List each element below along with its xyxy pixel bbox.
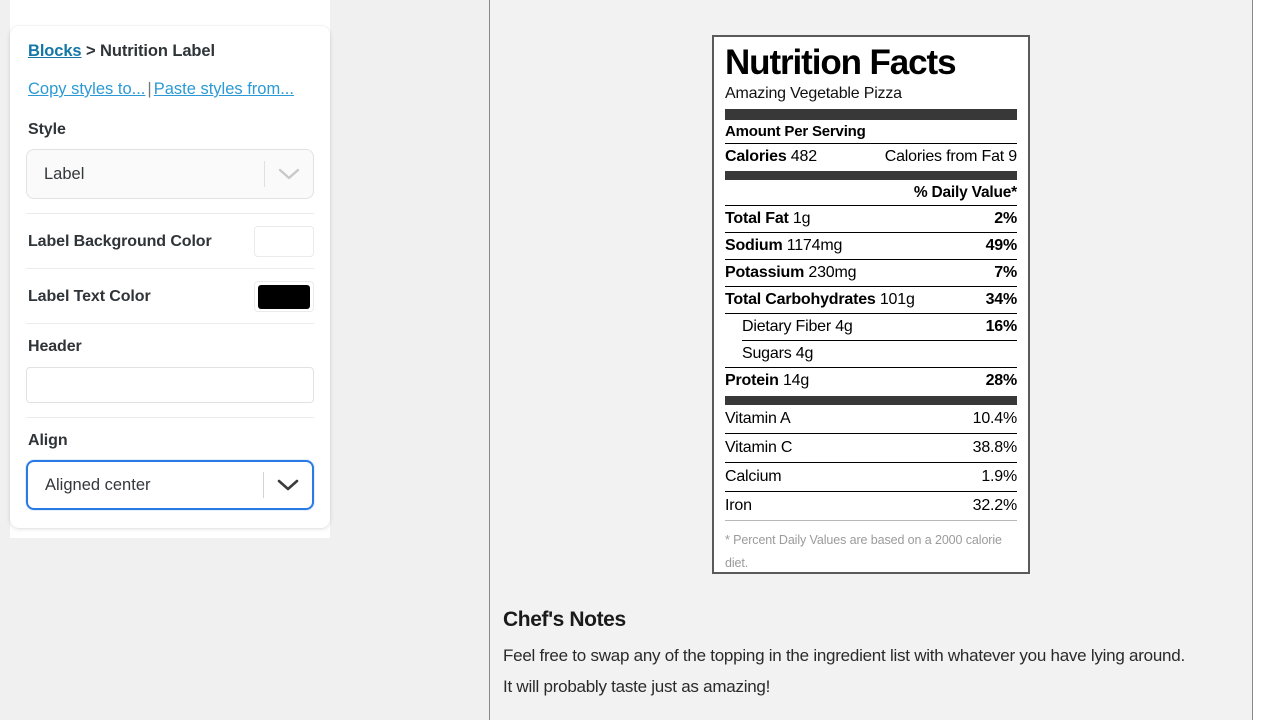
header-field-label: Header	[28, 338, 82, 355]
vitamin-row: Vitamin A 10.4%	[725, 405, 1017, 433]
style-actions-row: Copy styles to... | Paste styles from...	[26, 80, 314, 99]
settings-sidebar: Blocks > Nutrition Label Copy styles to.…	[0, 0, 359, 720]
chef-notes-title: Chef's Notes	[503, 608, 626, 631]
nutrient-row: Sugars 4g	[725, 341, 1017, 367]
nutrient-daily-value: 49%	[985, 236, 1018, 254]
nutrient-name: Dietary Fiber 4g	[742, 317, 853, 335]
style-select-value: Label	[44, 164, 85, 183]
vitamin-rows: Vitamin A 10.4% Vitamin C 38.8% Calcium 1.9% I…	[725, 405, 1017, 521]
label-background-color-label: Label Background Color	[28, 232, 212, 250]
label-background-color-field: Label Background Color	[26, 214, 314, 268]
nutrient-name: Total Fat 1g	[725, 209, 811, 227]
nutrition-facts-title: Nutrition Facts	[725, 43, 957, 82]
nutrient-daily-value: 34%	[985, 290, 1018, 308]
calories-name: Calories 482	[725, 147, 817, 165]
nutrition-thick-bar-1	[725, 108, 1017, 120]
vitamin-row: Calcium 1.9%	[725, 463, 1017, 491]
label-background-color-fill	[258, 229, 310, 254]
nutrition-thick-bar-2	[725, 170, 1017, 180]
calories-row: Calories 482 Calories from Fat 9	[725, 144, 1017, 170]
nutrient-name: Sodium 1174mg	[725, 236, 843, 254]
label-text-color-field: Label Text Color	[26, 269, 314, 323]
chef-notes-body: Feel free to swap any of the topping in …	[503, 646, 1185, 697]
vitamin-name: Iron	[725, 496, 752, 514]
style-select[interactable]: Label	[26, 149, 314, 199]
align-field-label: Align	[28, 432, 68, 449]
nutrient-row: Sodium 1174mg 49%	[725, 233, 1017, 259]
calories-from-fat: Calories from Fat 9	[884, 147, 1017, 165]
copy-styles-link[interactable]: Copy styles to...	[28, 80, 145, 98]
align-select-value: Aligned center	[45, 475, 151, 494]
sidebar-content-gap	[359, 0, 489, 720]
vitamin-row: Iron 32.2%	[725, 492, 1017, 520]
nutrient-row: Dietary Fiber 4g 16%	[725, 314, 1017, 340]
nutrition-facts-label: Nutrition Facts Amazing Vegetable Pizza …	[712, 35, 1030, 574]
vitamin-name: Calcium	[725, 467, 782, 485]
align-select[interactable]: Aligned center	[26, 460, 314, 510]
sidebar-bottom-gutter	[10, 538, 330, 720]
sidebar-left-gutter	[0, 0, 10, 720]
label-text-color-swatch[interactable]	[254, 281, 314, 312]
daily-value-header: % Daily Value*	[913, 183, 1017, 201]
vitamin-daily-value: 1.9%	[981, 467, 1017, 485]
nutrient-name: Total Carbohydrates 101g	[725, 290, 915, 308]
vitamin-name: Vitamin C	[725, 438, 793, 456]
nutrition-thick-bar-3	[725, 395, 1017, 405]
recipe-preview-pane: Nutrition Facts Amazing Vegetable Pizza …	[490, 0, 1252, 720]
nutrition-facts-subtitle: Amazing Vegetable Pizza	[725, 84, 902, 102]
nutrient-daily-value: 28%	[985, 371, 1018, 389]
vitamin-daily-value: 38.8%	[972, 438, 1018, 456]
breadcrumb: Blocks > Nutrition Label	[26, 42, 314, 61]
style-field: Style Label	[26, 121, 314, 199]
vitamin-name: Vitamin A	[725, 409, 791, 427]
header-input[interactable]	[26, 367, 314, 403]
nutrient-row: Potassium 230mg 7%	[725, 260, 1017, 286]
style-actions-separator: |	[147, 80, 152, 98]
chef-notes-section: Chef's Notes Feel free to swap any of th…	[503, 608, 1193, 703]
label-background-color-swatch[interactable]	[254, 226, 314, 257]
nutrient-daily-value: 7%	[994, 263, 1017, 281]
vitamin-daily-value: 10.4%	[972, 409, 1018, 427]
style-field-label: Style	[28, 121, 66, 138]
nutrient-name: Sugars 4g	[742, 344, 814, 362]
vitamin-daily-value: 32.2%	[972, 496, 1018, 514]
block-settings-card: Blocks > Nutrition Label Copy styles to.…	[10, 26, 330, 528]
breadcrumb-separator: >	[86, 42, 96, 60]
nutrient-rows: Total Fat 1g 2% Sodium 1174mg 49% Potassium …	[725, 206, 1017, 394]
nutrient-row: Total Carbohydrates 101g 34%	[725, 287, 1017, 313]
nutrient-daily-value: 2%	[994, 209, 1017, 227]
breadcrumb-current: Nutrition Label	[100, 42, 215, 60]
nutrient-row: Total Fat 1g 2%	[725, 206, 1017, 232]
chevron-down-icon	[264, 478, 312, 492]
nutrient-daily-value: 16%	[985, 317, 1018, 335]
paste-styles-link[interactable]: Paste styles from...	[154, 80, 294, 98]
amount-per-serving-label: Amount Per Serving	[725, 122, 866, 140]
vitamin-row: Vitamin C 38.8%	[725, 434, 1017, 462]
chevron-down-icon	[265, 167, 313, 181]
label-text-color-fill	[258, 284, 310, 309]
nutrient-row: Protein 14g 28%	[725, 368, 1017, 394]
calories-value: 482	[790, 147, 817, 165]
breadcrumb-blocks-link[interactable]: Blocks	[28, 42, 82, 60]
align-field: Align Aligned center	[26, 418, 314, 510]
header-field: Header	[26, 324, 314, 403]
sidebar-right-gutter	[330, 0, 359, 720]
right-outer-gap	[1253, 0, 1280, 720]
label-text-color-label: Label Text Color	[28, 287, 151, 305]
nutrition-footnote: * Percent Daily Values are based on a 20…	[725, 532, 1002, 570]
nutrient-name: Protein 14g	[725, 371, 810, 389]
nutrient-name: Potassium 230mg	[725, 263, 857, 281]
